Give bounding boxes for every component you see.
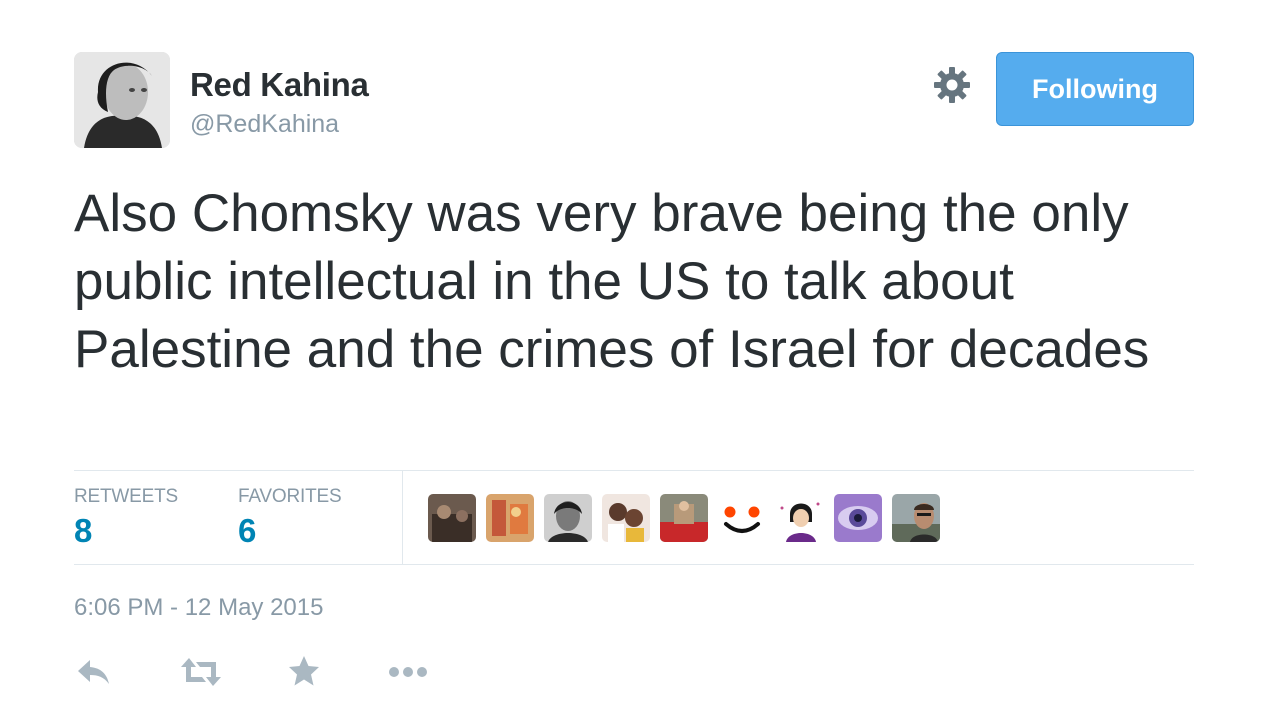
favorites-label: FAVORITES <box>238 486 342 507</box>
user-name[interactable]: Red Kahina <box>190 66 369 104</box>
retweet-icon[interactable] <box>180 654 222 690</box>
avatar[interactable] <box>74 52 170 148</box>
favoriter-avatar[interactable] <box>834 494 882 542</box>
vertical-divider <box>402 471 403 564</box>
favoriter-avatar[interactable] <box>718 494 766 542</box>
favoriter-avatar[interactable] <box>776 494 824 542</box>
favoriter-avatar[interactable] <box>428 494 476 542</box>
favoriter-avatar[interactable] <box>892 494 940 542</box>
reply-icon[interactable] <box>76 654 112 690</box>
favoriter-avatar[interactable] <box>660 494 708 542</box>
tweet-text: Also Chomsky was very brave being the on… <box>74 184 1150 379</box>
more-icon[interactable] <box>388 654 428 690</box>
favorites-count[interactable]: 6 <box>238 512 341 550</box>
divider <box>74 564 1194 565</box>
star-icon[interactable] <box>287 654 321 690</box>
favoriter-avatar[interactable] <box>602 494 650 542</box>
retweets-label: RETWEETS <box>74 486 178 507</box>
user-handle[interactable]: @RedKahina <box>190 110 339 139</box>
favoriter-avatar[interactable] <box>544 494 592 542</box>
retweets-stat[interactable]: RETWEETS 8 <box>74 486 178 550</box>
retweets-count[interactable]: 8 <box>74 512 178 550</box>
favoriter-avatar[interactable] <box>486 494 534 542</box>
tweet-timestamp[interactable]: 6:06 PM - 12 May 2015 <box>74 594 323 622</box>
favorites-stat[interactable]: FAVORITES 6 <box>238 486 342 550</box>
following-button[interactable]: Following <box>996 52 1194 126</box>
gear-icon[interactable] <box>932 65 972 105</box>
divider <box>74 470 1194 471</box>
